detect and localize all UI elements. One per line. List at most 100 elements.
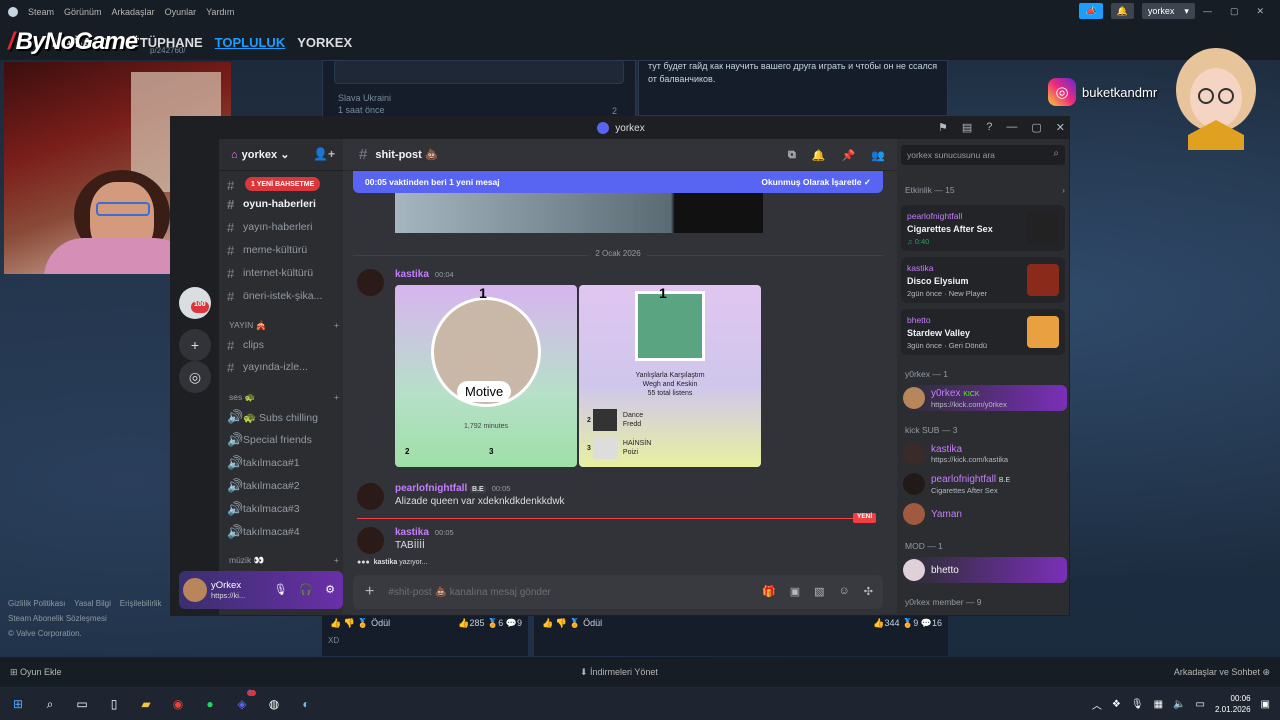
pin-icon[interactable]: 📌 [842,149,856,162]
channel-yayin-haberleri[interactable]: # yayın-haberleri [227,217,339,237]
category-yayin[interactable]: YAYIN 🎪 + [229,320,339,331]
activity-card[interactable]: pearlofnightfall Cigarettes After Sex ♫ … [901,205,1065,251]
steam-comment-box[interactable] [334,60,624,84]
footer-legal[interactable]: Yasal Bilgi [74,599,111,608]
network-icon[interactable]: ▦ [1154,699,1163,710]
nav-profile[interactable]: YORKEX [297,35,352,50]
notification-center-icon[interactable]: ▣ [1261,699,1270,710]
award-label[interactable]: Ödül [371,618,390,628]
sticker-icon[interactable]: ▧ [814,585,824,598]
server-header[interactable]: ⌂ yorkex ⌄ 👤+ [219,139,343,171]
obs-icon[interactable]: ◍ [264,694,284,714]
close-icon[interactable]: ✕ [1256,6,1264,17]
task-view-icon[interactable]: ▭ [72,694,92,714]
add-game-button[interactable]: ⊞ Oyun Ekle [10,667,62,678]
nav-community[interactable]: TOPLULUK [215,35,286,50]
windows-start-icon[interactable]: ⊞ [8,694,28,714]
headphones-icon[interactable]: 🎧 [299,583,313,596]
attach-plus-icon[interactable]: + [365,583,374,601]
broadcast-button[interactable]: 📣 [1079,3,1103,19]
menu-steam[interactable]: Steam [28,7,54,17]
user-avatar[interactable] [183,578,207,602]
chrome-icon[interactable]: ◉ [168,694,188,714]
channel-oyun-haberleri[interactable]: # oyun-haberleri [227,194,339,214]
gif-icon[interactable]: ▣ [790,585,800,598]
category-muzik[interactable]: müzik 👀 + [229,555,339,566]
create-channel-icon[interactable]: + [334,392,339,403]
dropbox-icon[interactable]: ❖ [1112,699,1121,710]
search-icon[interactable]: ⌕ [40,694,60,714]
create-channel-icon[interactable]: + [334,555,339,566]
member-bhetto[interactable]: bhetto [903,557,1067,583]
voice-special-friends[interactable]: 🔊 Special friends [227,430,339,450]
chevron-right-icon[interactable]: › [1062,185,1065,195]
channel-clips[interactable]: # clips [227,335,339,355]
member-yaman[interactable]: Yaman [903,501,1067,527]
category-ses[interactable]: ses 🐢 + [229,392,339,403]
microphone-icon[interactable]: 🎙 [273,583,287,596]
message-avatar[interactable] [357,269,384,296]
message-composer[interactable]: + #shit-post 💩 kanalına mesaj gönder 🎁 ▣… [353,575,883,609]
file-icon[interactable]: ▯ [104,694,124,714]
menu-games[interactable]: Oyunlar [165,7,197,17]
message-author[interactable]: kastika 00:04 [395,269,454,280]
create-channel-icon[interactable]: + [334,320,339,331]
battery-icon[interactable]: ▭ [1196,699,1205,710]
volume-icon[interactable]: 🔈 [1173,699,1185,710]
member-pearlofnightfall[interactable]: pearlofnightfall B.E Cigarettes After Sex [903,471,1067,497]
message-author[interactable]: pearlofnightfall B.E 00:05 [395,483,510,494]
spotify-icon[interactable]: ● [200,694,220,714]
channel-oneri-istek[interactable]: # öneri-istek-şika... [227,286,339,306]
voice-takilmaca-4[interactable]: 🔊 takılmaca#4 [227,522,339,542]
comment-author[interactable]: Slava Ukraini [338,92,391,104]
inbox-flag-icon[interactable]: ⚑ [938,121,948,134]
gift-icon[interactable]: 🎁 [762,585,776,598]
footer-privacy[interactable]: Gizlilik Politikası [8,599,65,608]
new-messages-banner[interactable]: 00:05 vaktinden beri 1 yeni mesaj Okunmu… [353,171,883,193]
voice-takilmaca-3[interactable]: 🔊 takılmaca#3 [227,499,339,519]
activity-card[interactable]: bhetto Stardew Valley 3gün önce · Geri D… [901,309,1065,355]
settings-gear-icon[interactable]: ⚙ [325,583,335,596]
minimize-icon[interactable]: — [1203,6,1212,16]
previous-image-attachment[interactable] [395,193,763,233]
menu-friends[interactable]: Arkadaşlar [112,7,155,17]
inbox-icon[interactable]: ▤ [962,121,972,134]
footer-agreement[interactable]: Steam Abonelik Sözleşmesi [8,614,107,623]
add-server-icon[interactable]: + [179,329,211,361]
member-list-icon[interactable]: 👥 [871,149,885,162]
new-mention-badge[interactable]: 1 YENİ BAHSETME [245,177,321,191]
voice-takilmaca-2[interactable]: 🔊 takılmaca#2 [227,476,339,496]
stats-card-artist[interactable]: 1 Motive 1,792 minutes 2 3 [395,285,577,467]
message-avatar[interactable] [357,527,384,554]
discover-icon[interactable]: ◎ [179,361,211,393]
invite-people-icon[interactable]: 👤+ [313,147,335,161]
clock[interactable]: 00:06 2.01.2026 [1215,693,1251,715]
member-y0rkex[interactable]: y0rkex KICK https://kick.com/y0rkex [903,385,1067,411]
help-icon[interactable]: ? [986,121,992,134]
window-minimize-icon[interactable]: — [1006,121,1017,134]
mark-read-button[interactable]: Okunmuş Olarak İşaretle ✓ [761,177,871,188]
activity-header[interactable]: Etkinlik — 15 › [905,185,1065,195]
window-close-icon[interactable]: ✕ [1056,121,1065,134]
friends-chat-button[interactable]: Arkadaşlar ve Sohbet ⊕ [1174,667,1270,678]
discord-taskbar-icon[interactable]: ◈ 9+ [232,690,256,714]
award-label-right[interactable]: Ödül [583,618,602,628]
stats-card-song[interactable]: 1 Yanlışlarla Karşılaştım Wegh and Keski… [579,285,761,467]
notification-bell-icon[interactable]: 🔔 [812,149,826,162]
threads-icon[interactable]: ⧉ [788,149,796,162]
menu-view[interactable]: Görünüm [64,7,102,17]
message-avatar[interactable] [357,483,384,510]
menu-help[interactable]: Yardım [206,7,234,17]
downloads-button[interactable]: ⬇ İndirmeleri Yönet [580,667,658,678]
voice-takilmaca-1[interactable]: 🔊 takılmaca#1 [227,453,339,473]
user-name[interactable]: yOrkex [211,580,245,591]
notification-bell-icon[interactable]: 🔔 [1110,3,1134,19]
window-maximize-icon[interactable]: ▢ [1031,121,1041,134]
emoji-icon[interactable]: ☺ [839,585,850,598]
voice-subs-chilling[interactable]: 🔊 🐢 Subs chilling [227,407,339,427]
server-search-input[interactable]: yorkex sunucusunu ara ⌕ [901,145,1065,165]
account-menu[interactable]: yorkex ▾ [1141,3,1195,19]
apps-icon[interactable]: ✣ [864,585,873,598]
tray-chevron-icon[interactable]: ︿ [1092,697,1102,712]
maximize-icon[interactable]: ▢ [1230,6,1239,17]
